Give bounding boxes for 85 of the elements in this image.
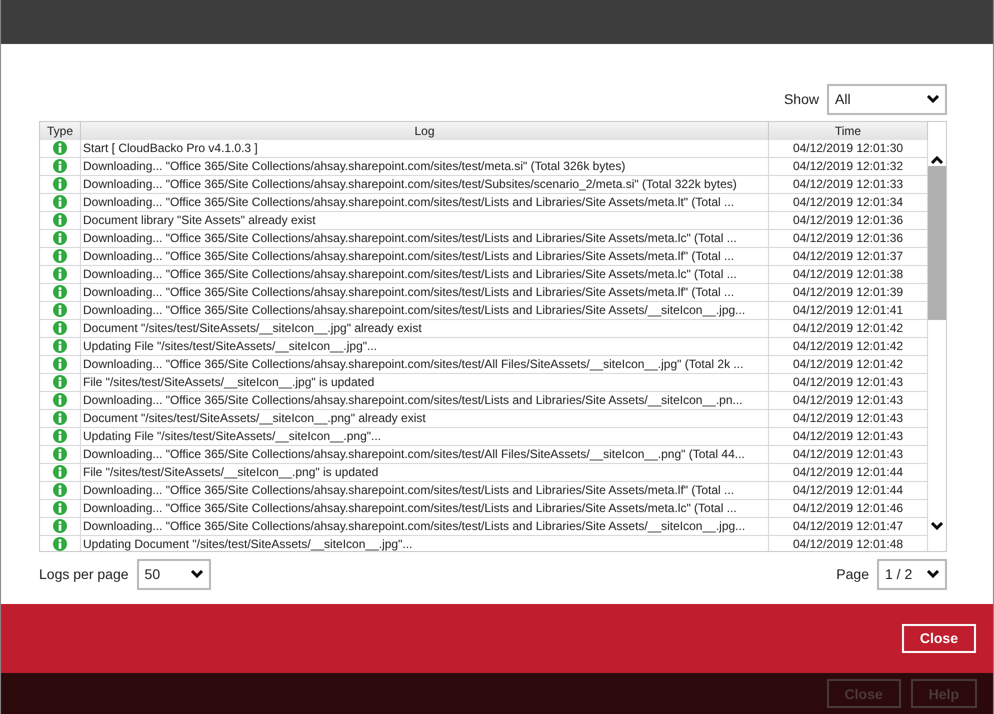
- log-cell: Downloading... "Office 365/Site Collections/ahsay.sharepoint.com/sites/test/All Files/SiteAssets/__siteIcon__.png" (Total 44...: [81, 446, 769, 464]
- time-cell: 04/12/2019 12:01:39: [769, 284, 928, 302]
- column-header[interactable]: Time: [769, 122, 928, 140]
- chevron-down-icon: [931, 522, 943, 530]
- log-cell: Downloading... "Office 365/Site Collections/ahsay.sharepoint.com/sites/test/Lists and Libraries/Site Assets/meta.lc" (Total ...: [81, 500, 769, 518]
- time-cell: 04/12/2019 12:01:44: [769, 464, 928, 482]
- info-icon: [53, 375, 67, 390]
- time-cell: 04/12/2019 12:01:30: [769, 140, 928, 158]
- time-cell: 04/12/2019 12:01:38: [769, 266, 928, 284]
- log-cell: Updating File "/sites/test/SiteAssets/__siteIcon__.png"...: [81, 428, 769, 446]
- log-cell: Downloading... "Office 365/Site Collections/ahsay.sharepoint.com/sites/test/Lists and Libraries/Site Assets/meta.lf" (Total ...: [81, 248, 769, 266]
- log-cell: Downloading... "Office 365/Site Collections/ahsay.sharepoint.com/sites/test/Lists and Libraries/Site Assets/__siteIcon__.pn...: [81, 392, 769, 410]
- column-header[interactable]: Type: [40, 122, 81, 140]
- page-dropdown[interactable]: 1 / 2: [877, 558, 947, 590]
- log-cell: Downloading... "Office 365/Site Collections/ahsay.sharepoint.com/sites/test/Lists and Libraries/Site Assets/meta.lf" (Total ...: [81, 482, 769, 500]
- time-cell: 04/12/2019 12:01:36: [769, 212, 928, 230]
- scrollbar-thumb[interactable]: [928, 166, 946, 320]
- time-cell: 04/12/2019 12:01:48: [769, 536, 928, 551]
- time-cell: 04/12/2019 12:01:32: [769, 158, 928, 176]
- log-cell: Document "/sites/test/SiteAssets/__siteIcon__.png" already exist: [81, 410, 769, 428]
- time-cell: 04/12/2019 12:01:37: [769, 248, 928, 266]
- show-label: Show: [784, 91, 819, 108]
- log-cell: Downloading... "Office 365/Site Collections/ahsay.sharepoint.com/sites/test/meta.si" (Total 326k bytes): [81, 158, 769, 176]
- log-cell: Downloading... "Office 365/Site Collections/ahsay.sharepoint.com/sites/test/Lists and Libraries/Site Assets/meta.lf" (Total ...: [81, 284, 769, 302]
- info-icon: [53, 321, 67, 336]
- info-icon: [53, 249, 67, 264]
- time-cell: 04/12/2019 12:01:43: [769, 428, 928, 446]
- info-icon: [53, 195, 67, 210]
- log-cell: Downloading... "Office 365/Site Collections/ahsay.sharepoint.com/sites/test/Lists and Libraries/Site Assets/meta.lc" (Total ...: [81, 266, 769, 284]
- chevron-down-icon: [190, 570, 203, 578]
- info-icon: [53, 357, 67, 372]
- info-icon: [53, 267, 67, 282]
- logs-per-page-dropdown[interactable]: 50: [136, 558, 211, 590]
- log-cell: Downloading... "Office 365/Site Collections/ahsay.sharepoint.com/sites/test/Lists and Libraries/Site Assets/meta.lc" (Total ...: [81, 230, 769, 248]
- info-icon: [53, 483, 67, 498]
- log-cell: Downloading... "Office 365/Site Collections/ahsay.sharepoint.com/sites/test/Subsites/scenario_2/meta.si" (Total 322k bytes): [81, 176, 769, 194]
- info-icon: [53, 429, 67, 444]
- log-cell: Downloading... "Office 365/Site Collections/ahsay.sharepoint.com/sites/test/All Files/SiteAssets/__siteIcon__.jpg" (Total 2k ...: [81, 356, 769, 374]
- time-cell: 04/12/2019 12:01:43: [769, 446, 928, 464]
- info-icon: [53, 285, 67, 300]
- info-icon: [53, 141, 67, 156]
- close-button[interactable]: Close: [902, 624, 976, 653]
- logs-per-page-label: Logs per page: [39, 566, 129, 582]
- show-dropdown[interactable]: All: [827, 84, 947, 115]
- info-icon: [53, 447, 67, 462]
- chevron-down-icon: [927, 570, 939, 578]
- time-cell: 04/12/2019 12:01:33: [769, 176, 928, 194]
- time-cell: 04/12/2019 12:01:43: [769, 392, 928, 410]
- info-icon: [53, 465, 67, 480]
- time-cell: 04/12/2019 12:01:43: [769, 374, 928, 392]
- info-icon: [53, 177, 67, 192]
- time-cell: 04/12/2019 12:01:34: [769, 194, 928, 212]
- info-icon: [53, 303, 67, 318]
- time-cell: 04/12/2019 12:01:47: [769, 518, 928, 536]
- time-cell: 04/12/2019 12:01:44: [769, 482, 928, 500]
- chevron-up-icon: [931, 156, 943, 164]
- log-cell: Updating File "/sites/test/SiteAssets/__siteIcon__.jpg"...: [81, 338, 769, 356]
- time-cell: 04/12/2019 12:01:43: [769, 410, 928, 428]
- info-icon: [53, 339, 67, 354]
- time-cell: 04/12/2019 12:01:42: [769, 338, 928, 356]
- column-header[interactable]: Log: [81, 122, 769, 140]
- log-cell: File "/sites/test/SiteAssets/__siteIcon__.png" is updated: [81, 464, 769, 482]
- time-cell: 04/12/2019 12:01:42: [769, 356, 928, 374]
- log-cell: Downloading... "Office 365/Site Collections/ahsay.sharepoint.com/sites/test/Lists and Libraries/Site Assets/meta.lt" (Total ...: [81, 194, 769, 212]
- page-label: Page: [836, 566, 869, 582]
- log-cell: Document library "Site Assets" already exist: [81, 212, 769, 230]
- log-cell: Document "/sites/test/SiteAssets/__siteIcon__.jpg" already exist: [81, 320, 769, 338]
- info-icon: [53, 159, 67, 174]
- info-icon: [53, 411, 67, 426]
- log-cell: Updating Document "/sites/test/SiteAssets/__siteIcon__.jpg"...: [81, 536, 769, 551]
- info-icon: [53, 393, 67, 408]
- time-cell: 04/12/2019 12:01:42: [769, 320, 928, 338]
- time-cell: 04/12/2019 12:01:41: [769, 302, 928, 320]
- time-cell: 04/12/2019 12:01:46: [769, 500, 928, 518]
- info-icon: [53, 537, 67, 551]
- log-cell: Start [ CloudBacko Pro v4.1.0.3 ]: [81, 140, 769, 158]
- log-cell: Downloading... "Office 365/Site Collections/ahsay.sharepoint.com/sites/test/Lists and Libraries/Site Assets/__siteIcon__.jpg...: [81, 518, 769, 536]
- info-icon: [53, 501, 67, 516]
- time-cell: 04/12/2019 12:01:36: [769, 230, 928, 248]
- info-icon: [53, 231, 67, 246]
- log-cell: Downloading... "Office 365/Site Collections/ahsay.sharepoint.com/sites/test/Lists and Libraries/Site Assets/__siteIcon__.jpg...: [81, 302, 769, 320]
- info-icon: [53, 213, 67, 228]
- chevron-down-icon: [927, 95, 939, 104]
- info-icon: [53, 519, 67, 534]
- log-cell: File "/sites/test/SiteAssets/__siteIcon__.jpg" is updated: [81, 374, 769, 392]
